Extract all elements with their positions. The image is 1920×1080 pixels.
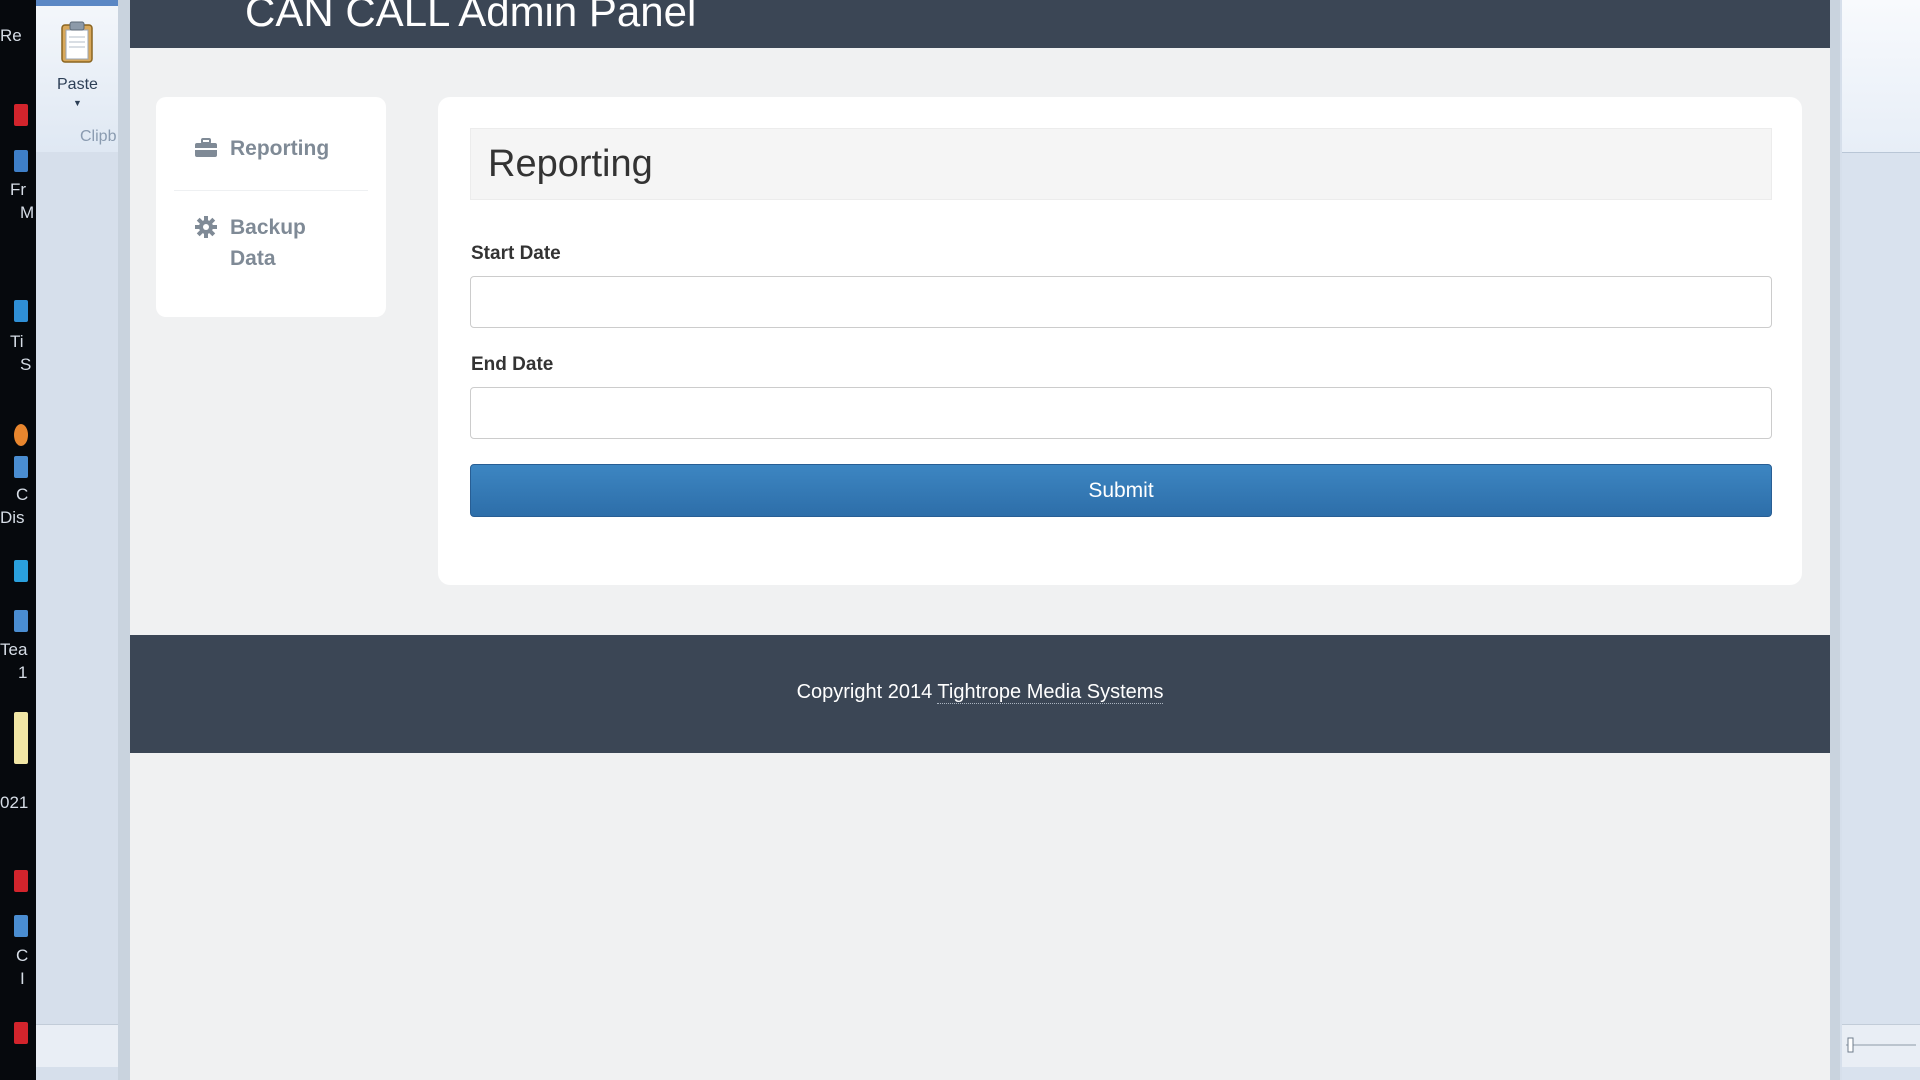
clipboard-group-label: Clipb <box>80 128 117 145</box>
desktop-icon[interactable] <box>14 150 28 172</box>
submit-button[interactable]: Submit <box>470 464 1772 517</box>
desktop-icon-label: C <box>16 485 29 504</box>
desktop-icon[interactable] <box>14 104 28 126</box>
sidebar-item-backup-data[interactable]: Backup Data <box>194 212 344 274</box>
page-title: Reporting <box>488 143 653 185</box>
desktop-icon-label: S <box>20 355 32 374</box>
end-date-label: End Date <box>471 354 554 375</box>
desktop-icon-label: 021 <box>0 793 29 812</box>
desktop-icon-label: Ti <box>10 332 24 351</box>
sidebar-item-label: Reporting <box>230 137 330 160</box>
gear-icon <box>194 215 218 239</box>
chevron-down-icon[interactable]: ▼ <box>73 98 82 108</box>
zoom-slider[interactable] <box>1842 1025 1920 1067</box>
top-navbar: CAN CALL Admin Panel <box>130 0 1830 48</box>
start-date-input[interactable] <box>470 276 1772 328</box>
ribbon-clipboard-group: Paste ▼ Clipb <box>36 0 119 152</box>
desktop-icon[interactable] <box>14 300 28 322</box>
copyright-text: Copyright 2014 <box>796 681 933 703</box>
background-status-bar-right <box>1842 1024 1920 1067</box>
background-status-bar <box>36 1024 118 1067</box>
desktop-strip: Re Fr M Ti S C Dis Tea 1 021 C I <box>0 0 36 1080</box>
admin-panel-page: CAN CALL Admin Panel Reporting Backup Da… <box>130 0 1830 1080</box>
desktop-icon-label: Tea <box>0 640 28 659</box>
sidebar-nav: Reporting Backup Data <box>156 97 386 317</box>
sidebar-item-label: Backup Data <box>230 216 306 270</box>
desktop-icon-label: C <box>16 946 29 965</box>
desktop-icon-label: Dis <box>0 508 25 527</box>
desktop-icon[interactable] <box>14 712 28 764</box>
desktop-icon[interactable] <box>14 424 28 446</box>
paste-button-label[interactable]: Paste <box>57 76 98 94</box>
ribbon-top-accent <box>36 0 118 6</box>
desktop-icon[interactable] <box>14 560 28 582</box>
desktop-icon-label: 1 <box>18 663 28 682</box>
desktop-icon[interactable] <box>14 610 28 632</box>
paste-icon[interactable] <box>60 20 94 64</box>
sidebar-divider <box>174 190 368 191</box>
background-window-right-area <box>1842 0 1920 1080</box>
desktop-icon-label: I <box>20 969 25 988</box>
brand-title[interactable]: CAN CALL Admin Panel <box>245 0 696 36</box>
desktop-icon[interactable] <box>14 1022 28 1044</box>
sidebar-item-reporting[interactable]: Reporting <box>194 133 329 164</box>
desktop-icon[interactable] <box>14 870 28 892</box>
footer-copyright: Copyright 2014 Tightrope Media Systems <box>130 681 1830 704</box>
desktop-icon-label: Fr <box>10 180 27 199</box>
page-footer: Copyright 2014 Tightrope Media Systems <box>130 635 1830 753</box>
desktop-icon-label: Re <box>0 26 22 45</box>
panel-heading: Reporting <box>470 128 1772 200</box>
background-ribbon-right <box>1842 0 1920 153</box>
desktop-icon[interactable] <box>14 456 28 478</box>
briefcase-icon <box>194 136 218 160</box>
company-link[interactable]: Tightrope Media Systems <box>937 681 1164 704</box>
end-date-input[interactable] <box>470 387 1772 439</box>
desktop-icon-label: M <box>20 203 35 222</box>
reporting-panel: Reporting Start Date End Date Submit <box>438 97 1802 585</box>
start-date-label: Start Date <box>471 243 561 264</box>
desktop-icon[interactable] <box>14 915 28 937</box>
